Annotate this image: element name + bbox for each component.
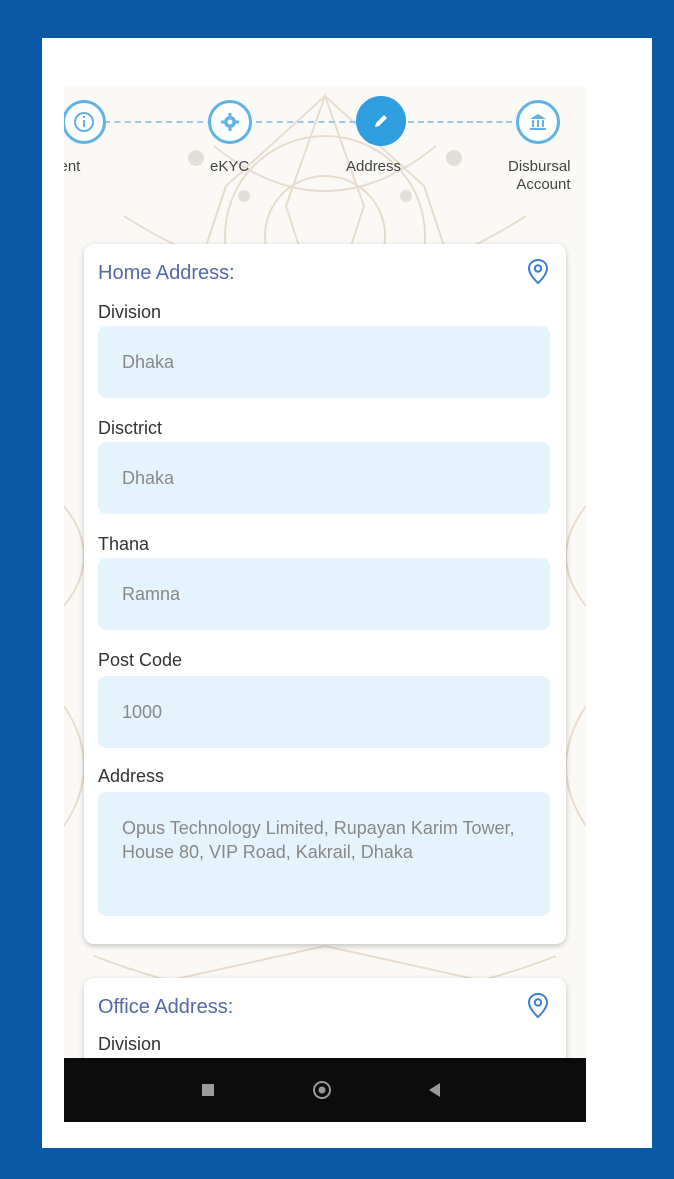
- home-thana-label: Thana: [98, 534, 150, 554]
- step-address[interactable]: [356, 96, 406, 146]
- system-navigation-bar: [64, 1058, 586, 1122]
- home-division-field[interactable]: Dhaka: [98, 326, 550, 398]
- step-label-ekyc: eKYC: [210, 158, 250, 175]
- home-district-field[interactable]: Dhaka: [98, 442, 550, 514]
- step-consent[interactable]: [64, 100, 106, 144]
- home-postcode-field[interactable]: 1000: [98, 676, 550, 748]
- home-button[interactable]: [308, 1076, 336, 1104]
- square-icon: [202, 1084, 214, 1096]
- pencil-icon: [375, 115, 387, 127]
- home-address-card: Home Address: Division Dhaka Disctrict D…: [84, 244, 566, 944]
- home-address-label: Address: [98, 766, 165, 786]
- recents-button[interactable]: [194, 1076, 222, 1104]
- location-pin-icon[interactable]: [526, 258, 550, 286]
- home-thana-field[interactable]: Ramna: [98, 558, 550, 630]
- step-disbursal-account[interactable]: [516, 100, 560, 144]
- home-address-field[interactable]: Opus Technology Limited, Rupayan Karim T…: [98, 792, 550, 916]
- bank-icon: [530, 114, 546, 130]
- home-division-label: Division: [98, 302, 162, 322]
- location-pin-icon[interactable]: [526, 992, 550, 1020]
- office-address-title: Office Address:: [98, 996, 234, 1018]
- step-connector: [408, 121, 522, 123]
- office-division-label: Division: [98, 1034, 162, 1054]
- step-connector: [256, 121, 366, 123]
- step-connector: [104, 121, 224, 123]
- step-label-disbursal-account: Disbursal Account: [508, 158, 571, 193]
- info-icon: [74, 112, 94, 132]
- home-district-label: Disctrict: [98, 418, 162, 438]
- phone-screen: sent eKYC Address Disbursal Account Home…: [64, 86, 586, 1122]
- step-label-consent: sent: [64, 158, 81, 175]
- circle-icon: [313, 1081, 331, 1099]
- step-label-address: Address: [346, 158, 402, 175]
- home-address-title: Home Address:: [98, 262, 235, 284]
- home-postcode-label: Post Code: [98, 650, 183, 670]
- triangle-back-icon: [429, 1083, 440, 1097]
- step-ekyc[interactable]: [208, 100, 252, 144]
- back-button[interactable]: [420, 1076, 448, 1104]
- progress-stepper: sent eKYC Address Disbursal Account: [64, 86, 586, 236]
- gear-icon: [221, 113, 239, 131]
